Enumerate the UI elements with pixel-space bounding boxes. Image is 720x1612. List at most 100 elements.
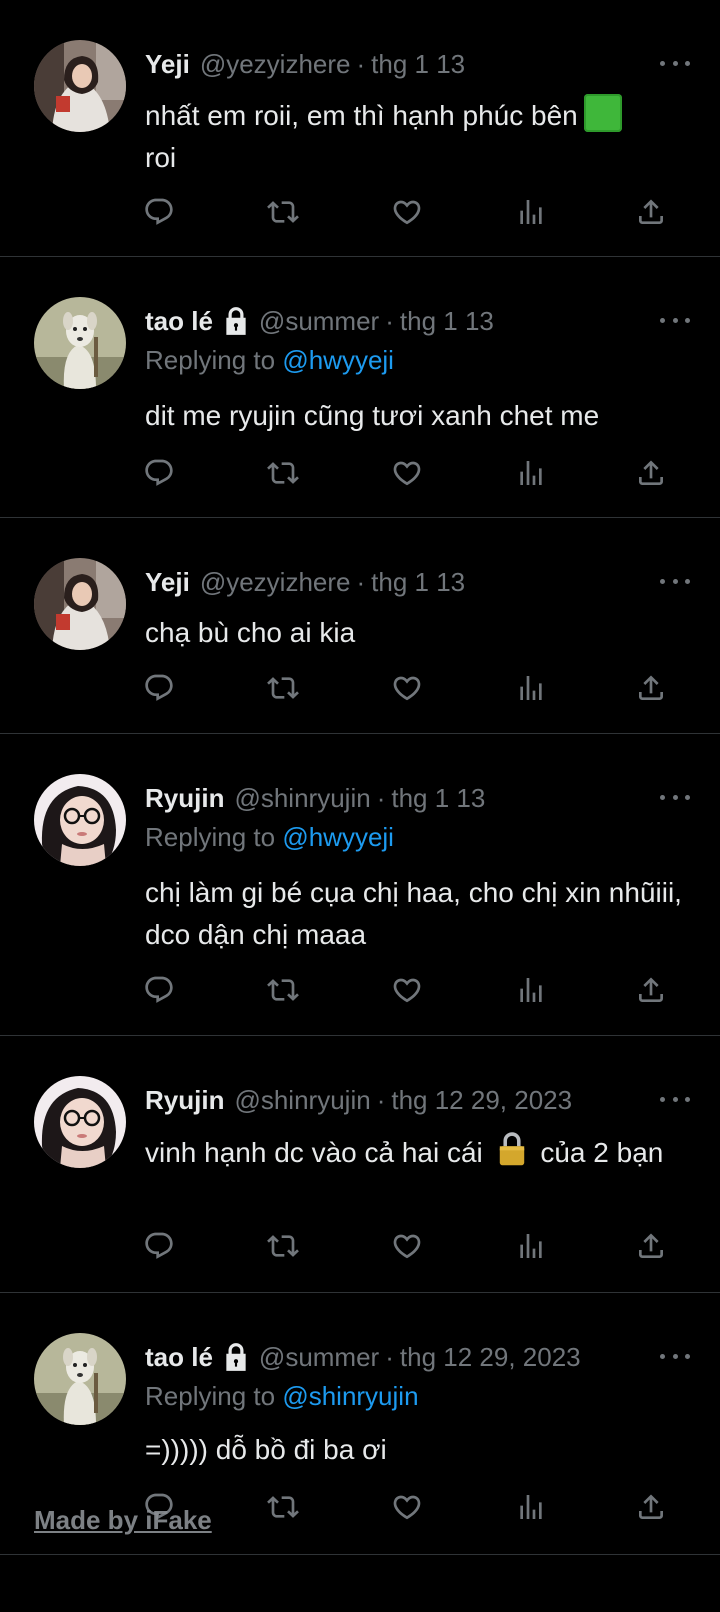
action-bar: [145, 1487, 685, 1527]
views-icon[interactable]: [511, 192, 551, 232]
more-options-icon[interactable]: [660, 58, 690, 68]
mention-link[interactable]: @hwyyeji: [282, 345, 394, 375]
tweet[interactable]: Yeji @yezyizhere · thg 1 13 chạ bù cho a…: [0, 518, 720, 734]
separator-dot: ·: [376, 782, 386, 813]
timestamp[interactable]: thg 12 29, 2023: [391, 1085, 572, 1116]
views-icon[interactable]: [511, 668, 551, 708]
display-name[interactable]: Ryujin: [145, 1085, 224, 1116]
tweet-text: dit me ryujin cũng tươi xanh chet me: [145, 400, 600, 431]
action-bar: [145, 970, 685, 1010]
more-options-icon[interactable]: [660, 1094, 690, 1104]
more-options-icon[interactable]: [660, 315, 690, 325]
retweet-icon[interactable]: [263, 192, 303, 232]
views-icon[interactable]: [511, 453, 551, 493]
handle[interactable]: @summer: [259, 1342, 379, 1373]
action-bar: [145, 453, 685, 493]
handle[interactable]: @shinryujin: [234, 783, 370, 814]
share-icon[interactable]: [631, 453, 671, 493]
avatar[interactable]: [34, 1076, 126, 1168]
action-bar: [145, 1226, 685, 1266]
mention-link[interactable]: @shinryujin: [282, 1381, 418, 1411]
like-icon[interactable]: [387, 453, 427, 493]
lock-emoji-icon: [499, 1132, 524, 1166]
handle[interactable]: @shinryujin: [234, 1085, 370, 1116]
tweet[interactable]: tao lé @summer · thg 1 13 Replying to @h…: [0, 257, 720, 518]
views-icon[interactable]: [511, 1226, 551, 1266]
tweet-text-part: vinh hạnh dc vào cả hai cái: [145, 1137, 483, 1168]
like-icon[interactable]: [387, 1226, 427, 1266]
tweet-text: chạ bù cho ai kia: [145, 617, 356, 648]
share-icon[interactable]: [631, 192, 671, 232]
timestamp[interactable]: thg 1 13: [371, 49, 465, 80]
tweet-text-part: roi: [145, 142, 177, 173]
separator-dot: ·: [356, 566, 366, 597]
timestamp[interactable]: thg 1 13: [391, 783, 485, 814]
separator-dot: ·: [356, 48, 366, 79]
timestamp[interactable]: thg 1 13: [400, 306, 494, 337]
more-options-icon[interactable]: [660, 792, 690, 802]
reply-icon[interactable]: [139, 668, 179, 708]
avatar[interactable]: [34, 774, 126, 866]
green-square-emoji-icon: [583, 94, 622, 132]
timestamp[interactable]: thg 1 13: [371, 567, 465, 598]
tweet-text: =))))) dỗ bồ đi ba ơi: [145, 1434, 387, 1465]
separator-dot: ·: [376, 1084, 386, 1115]
avatar[interactable]: [34, 558, 126, 650]
more-options-icon[interactable]: [660, 576, 690, 586]
views-icon[interactable]: [511, 970, 551, 1010]
display-name[interactable]: Ryujin: [145, 783, 224, 814]
protected-account-lock-icon: [223, 306, 249, 336]
replying-to: Replying to @shinryujin: [145, 1381, 419, 1412]
avatar[interactable]: [34, 297, 126, 389]
tweet-text-part: của 2 bạn: [540, 1137, 664, 1168]
replying-to: Replying to @hwyyeji: [145, 345, 394, 376]
reply-icon[interactable]: [139, 1226, 179, 1266]
share-icon[interactable]: [631, 668, 671, 708]
protected-account-lock-icon: [223, 1342, 249, 1372]
tweet-text: chị làm gi bé cụa chị haa, cho chị xin n…: [145, 877, 682, 950]
avatar[interactable]: [34, 40, 126, 132]
retweet-icon[interactable]: [263, 970, 303, 1010]
display-name[interactable]: tao lé: [145, 306, 213, 337]
replying-to: Replying to @hwyyeji: [145, 822, 394, 853]
handle[interactable]: @yezyizhere: [200, 49, 351, 80]
views-icon[interactable]: [511, 1487, 551, 1527]
separator-dot: ·: [385, 1341, 394, 1372]
tweet[interactable]: Yeji @yezyizhere · thg 1 13 nhất em roii…: [0, 0, 720, 257]
display-name[interactable]: Yeji: [145, 567, 190, 598]
retweet-icon[interactable]: [263, 1226, 303, 1266]
share-icon[interactable]: [631, 1226, 671, 1266]
like-icon[interactable]: [387, 970, 427, 1010]
tweet[interactable]: Ryujin @shinryujin · thg 12 29, 2023 vin…: [0, 1036, 720, 1293]
separator-dot: ·: [385, 305, 394, 336]
handle[interactable]: @yezyizhere: [200, 567, 351, 598]
watermark: Made by iFake: [34, 1505, 212, 1535]
tweet-text: vinh hạnh dc vào cả hai cái của 2 bạn: [145, 1130, 685, 1174]
avatar[interactable]: [34, 1333, 126, 1425]
share-icon[interactable]: [631, 970, 671, 1010]
retweet-icon[interactable]: [263, 668, 303, 708]
replying-to-label: Replying to: [145, 1381, 276, 1411]
replying-to-label: Replying to: [145, 345, 276, 375]
more-options-icon[interactable]: [660, 1351, 690, 1361]
tweet-text-part: nhất em roii, em thì hạnh phúc bên: [145, 100, 578, 131]
share-icon[interactable]: [631, 1487, 671, 1527]
timestamp[interactable]: thg 12 29, 2023: [400, 1342, 581, 1373]
action-bar: [145, 192, 685, 232]
handle[interactable]: @summer: [259, 306, 379, 337]
reply-icon[interactable]: [139, 453, 179, 493]
like-icon[interactable]: [387, 1487, 427, 1527]
display-name[interactable]: Yeji: [145, 49, 190, 80]
tweet[interactable]: Ryujin @shinryujin · thg 1 13 Replying t…: [0, 734, 720, 1036]
replying-to-label: Replying to: [145, 822, 276, 852]
retweet-icon[interactable]: [263, 453, 303, 493]
reply-icon[interactable]: [139, 970, 179, 1010]
like-icon[interactable]: [387, 192, 427, 232]
display-name[interactable]: tao lé: [145, 1342, 213, 1373]
tweet-text: nhất em roii, em thì hạnh phúc bên roi: [145, 94, 685, 179]
like-icon[interactable]: [387, 668, 427, 708]
retweet-icon[interactable]: [263, 1487, 303, 1527]
action-bar: [145, 668, 685, 708]
mention-link[interactable]: @hwyyeji: [282, 822, 394, 852]
reply-icon[interactable]: [139, 192, 179, 232]
